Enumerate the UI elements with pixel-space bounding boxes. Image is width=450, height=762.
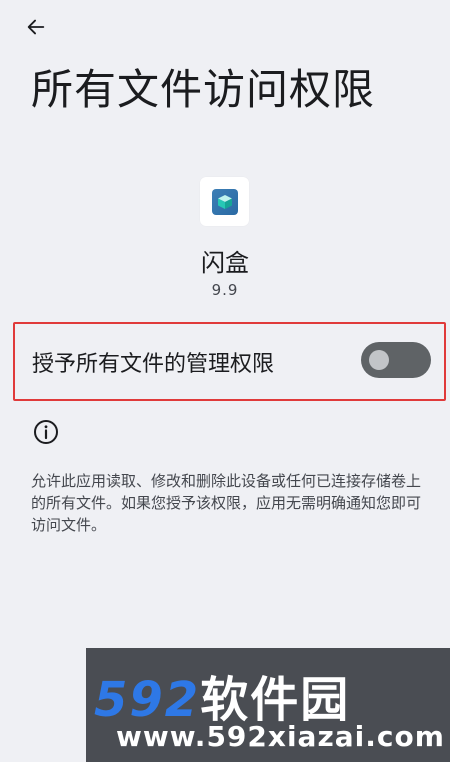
info-icon <box>34 420 58 444</box>
permission-toggle[interactable] <box>361 342 431 378</box>
arrow-left-icon <box>27 19 45 35</box>
permission-description: 允许此应用读取、修改和删除此设备或任何已连接存储卷上的所有文件。如果您授予该权限… <box>31 472 422 534</box>
back-button[interactable] <box>18 10 54 44</box>
page-title: 所有文件访问权限 <box>31 65 376 114</box>
app-icon <box>200 177 249 226</box>
permission-label: 授予所有文件的管理权限 <box>32 352 275 377</box>
box-app-icon <box>211 188 238 215</box>
app-name: 闪盒 <box>201 249 249 277</box>
watermark-banner: 592软件园 www.592xiazai.com <box>86 648 450 762</box>
toggle-knob <box>369 350 389 370</box>
permission-row[interactable]: 授予所有文件的管理权限 <box>13 322 446 401</box>
watermark-url: www.592xiazai.com <box>116 720 445 753</box>
app-version: 9.9 <box>211 281 239 299</box>
